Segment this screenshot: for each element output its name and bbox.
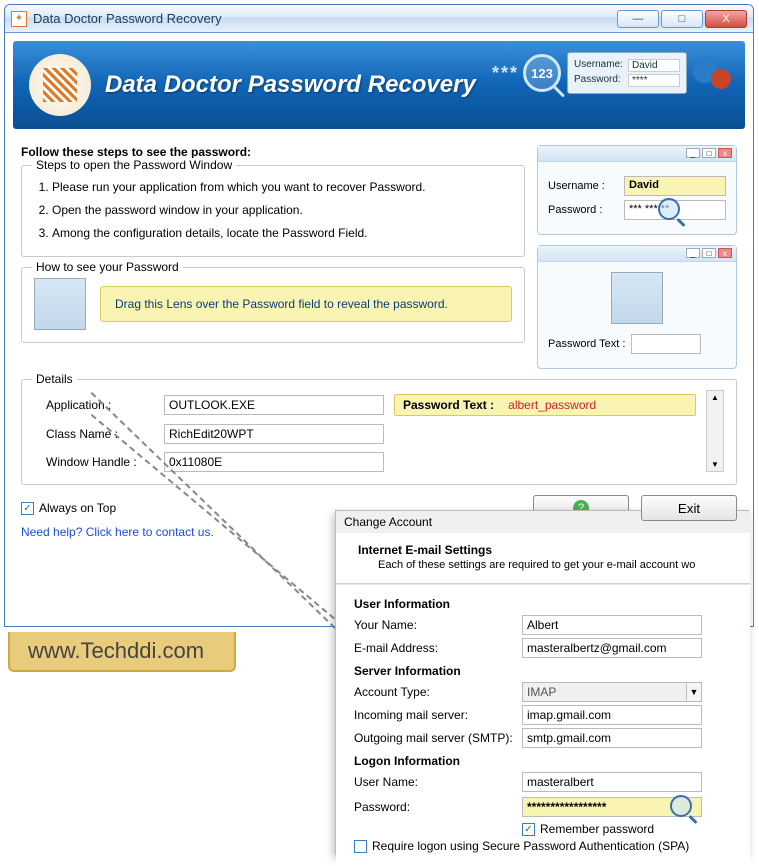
- always-on-top-checkbox[interactable]: ✓Always on Top: [21, 501, 116, 515]
- step-item: Among the configuration details, locate …: [52, 222, 512, 245]
- steps-group-title: Steps to open the Password Window: [32, 158, 236, 172]
- preview-result-window: _□x Password Text :: [537, 245, 737, 369]
- minimize-button[interactable]: —: [617, 10, 659, 28]
- banner: Data Doctor Password Recovery *** 123 Us…: [13, 41, 745, 129]
- preview-close-icon: x: [718, 248, 732, 258]
- steps-list: Please run your application from which y…: [34, 176, 512, 244]
- dialog-subtitle: Internet E-mail Settings: [344, 539, 742, 559]
- preview-min-icon: _: [686, 248, 700, 258]
- user-info-heading: User Information: [354, 597, 740, 611]
- handle-field: 0x11080E: [164, 452, 384, 472]
- dialog-desc: Each of these settings are required to g…: [344, 559, 742, 577]
- banner-title: Data Doctor Password Recovery: [105, 71, 476, 99]
- magnifier-123-icon: 123: [523, 54, 561, 92]
- incoming-server-input[interactable]: [522, 705, 702, 725]
- banner-right-graphic: *** 123 Username:David Password:****: [492, 49, 733, 97]
- banner-stars: ***: [492, 63, 519, 84]
- how-title: How to see your Password: [32, 260, 183, 274]
- preview-min-icon: _: [686, 148, 700, 158]
- password-text-display: Password Text :albert_password: [394, 394, 696, 416]
- email-input[interactable]: [522, 638, 702, 658]
- your-name-input[interactable]: [522, 615, 702, 635]
- watermark-label: www.Techddi.com: [8, 632, 236, 672]
- classname-field: RichEdit20WPT: [164, 424, 384, 444]
- steps-groupbox: Steps to open the Password Window Please…: [21, 165, 525, 257]
- step-item: Please run your application from which y…: [52, 176, 512, 199]
- how-groupbox: How to see your Password Drag this Lens …: [21, 267, 525, 343]
- content-area: Follow these steps to see the password: …: [5, 137, 753, 547]
- remember-password-checkbox[interactable]: ✓Remember password: [522, 822, 682, 836]
- details-groupbox: Details Application : OUTLOOK.EXE Passwo…: [21, 379, 737, 485]
- logon-username-input[interactable]: [522, 772, 702, 792]
- preview-ptext-value: [631, 334, 701, 354]
- spa-checkbox[interactable]: Require logon using Secure Password Auth…: [354, 839, 689, 853]
- outlook-dialog: Change Account Internet E-mail Settings …: [335, 510, 750, 855]
- details-title: Details: [32, 372, 77, 386]
- app-icon: ✦: [11, 11, 27, 27]
- preview-close-icon: x: [718, 148, 732, 158]
- preview-max-icon: □: [702, 148, 716, 158]
- banner-mini-login: Username:David Password:****: [567, 52, 687, 94]
- magnifier-icon: [658, 198, 682, 222]
- preview-lens-icon: [611, 272, 663, 324]
- application-field: OUTLOOK.EXE: [164, 395, 384, 415]
- logon-info-heading: Logon Information: [354, 754, 740, 768]
- follow-heading: Follow these steps to see the password:: [21, 145, 525, 159]
- step-item: Open the password window in your applica…: [52, 199, 512, 222]
- preview-max-icon: □: [702, 248, 716, 258]
- close-button[interactable]: X: [705, 10, 747, 28]
- hint-text: Drag this Lens over the Password field t…: [100, 286, 512, 322]
- window-title: Data Doctor Password Recovery: [33, 11, 617, 26]
- preview-login-window: _□x Username :David Password :*** *** **: [537, 145, 737, 235]
- titlebar[interactable]: ✦ Data Doctor Password Recovery — □ X: [5, 5, 753, 33]
- outgoing-server-input[interactable]: [522, 728, 702, 748]
- details-scrollbar[interactable]: ▲▼: [706, 390, 724, 472]
- chevron-down-icon: ▼: [686, 682, 702, 702]
- lens-drag-icon[interactable]: [34, 278, 86, 330]
- exit-button[interactable]: Exit: [641, 495, 737, 521]
- window-controls: — □ X: [617, 10, 747, 28]
- banner-logo-icon: [29, 54, 91, 116]
- preview-username: David: [624, 176, 726, 196]
- account-type-select[interactable]: ▼: [522, 682, 702, 702]
- magnifier-over-password-icon: [670, 795, 694, 819]
- maximize-button[interactable]: □: [661, 10, 703, 28]
- server-info-heading: Server Information: [354, 664, 740, 678]
- people-icon: [693, 49, 733, 97]
